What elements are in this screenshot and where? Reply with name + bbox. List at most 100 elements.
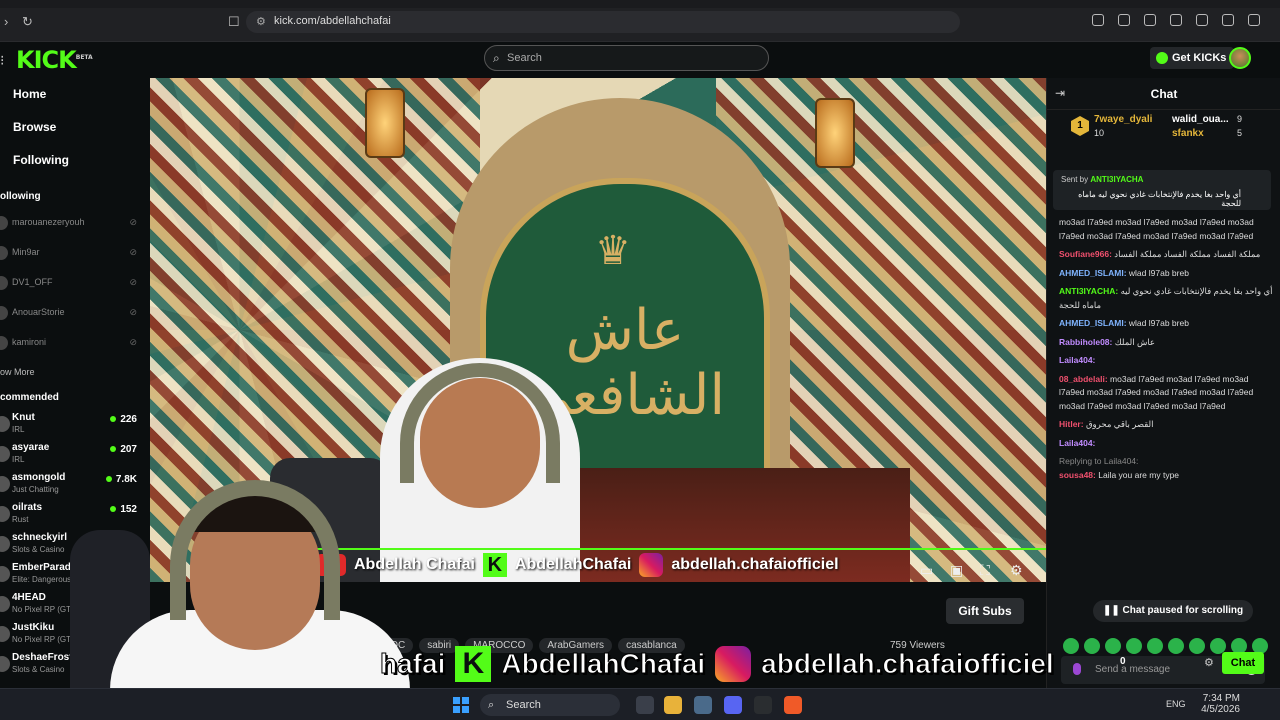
message-user[interactable]: Soufiane966: [1059, 249, 1112, 259]
sidebar-item-home[interactable]: Home [13, 87, 46, 101]
message-user[interactable]: Laila404: [1059, 438, 1095, 448]
chat-panel: ⇥ Chat 1 7waye_dyali 10 walid_oua... 9 s… [1046, 78, 1280, 688]
webcam-overlay [70, 470, 415, 720]
fullscreen-icon[interactable]: ⛶ [980, 562, 990, 579]
gift-leaderboard: 1 7waye_dyali 10 walid_oua... 9 sfankx 5 [1047, 112, 1280, 154]
discord-icon[interactable] [724, 696, 742, 714]
clock-date: 4/5/2026 [1201, 704, 1240, 715]
taskbar-search-label: Search [506, 699, 541, 711]
theater-icon[interactable]: ▣ [950, 562, 963, 579]
leader-name[interactable]: 7waye_dyali [1094, 114, 1152, 125]
chat-settings-icon[interactable]: ⚙ [1204, 656, 1214, 669]
channel-name: schneckyirl [12, 532, 68, 543]
channel-category: Slots & Casino [12, 665, 65, 674]
reload-icon[interactable]: ↻ [22, 14, 33, 30]
file-explorer-icon[interactable] [664, 696, 682, 714]
gift-subs-button[interactable]: Gift Subs [946, 598, 1024, 624]
message-user[interactable]: Laila404: [1059, 355, 1095, 365]
message-user[interactable]: AHMED_ISLAMI: [1059, 318, 1127, 328]
leader-name[interactable]: sfankx [1172, 128, 1204, 139]
channel-name: oilrats [12, 502, 43, 513]
sidebar-item-following[interactable]: Following [13, 153, 69, 167]
pinned-text: أي واحد بغا يخدم فالإنتخابات غادي نحوي ل… [1078, 190, 1241, 208]
extension-icon[interactable] [1092, 14, 1104, 26]
taskbar-search[interactable]: ⌕ Search [480, 694, 620, 716]
kick-icon: K [482, 553, 507, 577]
channel-category: No Pixel RP (GTA) [12, 605, 79, 614]
kicks-icon [1156, 52, 1168, 64]
emote-icon[interactable] [1189, 638, 1205, 654]
followed-channel[interactable]: Min9ar ⊘ [0, 244, 145, 264]
settings-icon[interactable]: ⚙ [1010, 562, 1023, 579]
chat-message: Laila404: [1059, 354, 1273, 368]
avatar [0, 306, 8, 320]
avatar [0, 446, 10, 462]
recommended-channel[interactable]: asyarae IRL 207 [0, 442, 145, 472]
recommended-channel[interactable]: Knut IRL 226 [0, 412, 145, 442]
instagram-icon [639, 553, 664, 577]
get-kicks-button[interactable]: Get KICKs [1150, 47, 1235, 69]
site-info-icon[interactable]: ⚙ [256, 15, 266, 28]
channel-category: No Pixel RP (GTA) [12, 635, 79, 644]
chat-message: AHMED_ISLAMI: wlad l97ab breb [1059, 267, 1273, 281]
message-user[interactable]: AHMED_ISLAMI: [1059, 268, 1127, 278]
message-user[interactable]: Hitler: [1059, 419, 1084, 429]
extension-icon[interactable] [1118, 14, 1130, 26]
message-user[interactable]: sousa48: [1059, 470, 1096, 480]
extension-icon[interactable] [1144, 14, 1156, 26]
emote-icon[interactable] [1147, 638, 1163, 654]
address-bar[interactable]: ⚙ kick.com/abdellahchafai [246, 11, 960, 33]
language-indicator[interactable]: ENG [1166, 699, 1186, 709]
reply-context: Replying to Laila404: [1059, 456, 1139, 466]
emote-icon[interactable] [1105, 638, 1121, 654]
emote-icon[interactable] [1126, 638, 1142, 654]
user-avatar[interactable] [1229, 47, 1251, 69]
chat-paused-button[interactable]: ❚❚ Chat paused for scrolling [1093, 600, 1254, 622]
search-placeholder: Search [507, 52, 542, 64]
forward-icon[interactable]: › [4, 14, 8, 29]
url-text: kick.com/abdellahchafai [274, 15, 391, 27]
chat-header: ⇥ Chat [1047, 78, 1280, 110]
chat-send-button[interactable]: Chat [1222, 652, 1264, 674]
camera-icon[interactable] [694, 696, 712, 714]
get-kicks-label: Get KICKs [1172, 52, 1227, 64]
emote-icon[interactable] [1168, 638, 1184, 654]
followed-channel[interactable]: marouanezeryouh ⊘ [0, 214, 145, 234]
message-user[interactable]: 08_abdelali: [1059, 374, 1108, 384]
avatar [0, 656, 10, 672]
menu-icon[interactable] [1248, 14, 1260, 26]
message-user[interactable]: ANTI3IYACHA: [1059, 286, 1118, 296]
channel-name: marouanezeryouh [12, 217, 85, 227]
avatar [0, 596, 10, 612]
sidebar-icon[interactable] [1170, 14, 1182, 26]
followed-channel[interactable]: kamironi ⊘ [0, 334, 145, 354]
channel-category: Rust [12, 515, 29, 524]
channel-name: kamironi [12, 337, 47, 347]
pip-icon[interactable]: ▭ [920, 562, 933, 579]
avatar [0, 476, 10, 492]
menu-icon[interactable]: ⁝ [0, 52, 4, 69]
avatar [0, 506, 10, 522]
leader-name[interactable]: walid_oua... [1172, 114, 1229, 125]
pinned-message[interactable]: Sent by ANTI3IYACHA أي واحد بغا يخدم فال… [1053, 170, 1271, 210]
show-more-link[interactable]: ow More [0, 367, 35, 377]
shield-icon[interactable] [1222, 14, 1234, 26]
search-input[interactable]: ⌕ Search [484, 45, 769, 71]
bookmark-icon[interactable]: ☐ [228, 14, 240, 30]
message-text: mo3ad l7a9ed mo3ad l7a9ed mo3ad l7a9ed m… [1059, 217, 1254, 241]
sidebar-item-browse[interactable]: Browse [13, 120, 56, 134]
chat-message: Soufiane966: مملكة الفساد مملكة الفساد م… [1059, 248, 1273, 262]
wallet-icon[interactable] [1196, 14, 1208, 26]
message-text: مملكة الفساد مملكة الفساد مملكة الفساد [1114, 249, 1261, 259]
clock[interactable]: 7:34 PM 4/5/2026 [1201, 693, 1240, 715]
followed-channel[interactable]: DV1_OFF ⊘ [0, 274, 145, 294]
kick-logo[interactable]: KICKBETA [16, 46, 93, 74]
windows-start-icon[interactable] [453, 697, 469, 713]
message-user[interactable]: Rabbihole08: [1059, 337, 1112, 347]
obs-icon[interactable] [754, 696, 772, 714]
message-text: wlad l97ab breb [1128, 318, 1189, 328]
channel-name: 4HEAD [12, 592, 46, 603]
brave-icon[interactable] [784, 696, 802, 714]
task-view-icon[interactable] [636, 696, 654, 714]
followed-channel[interactable]: AnouarStorie ⊘ [0, 304, 145, 324]
